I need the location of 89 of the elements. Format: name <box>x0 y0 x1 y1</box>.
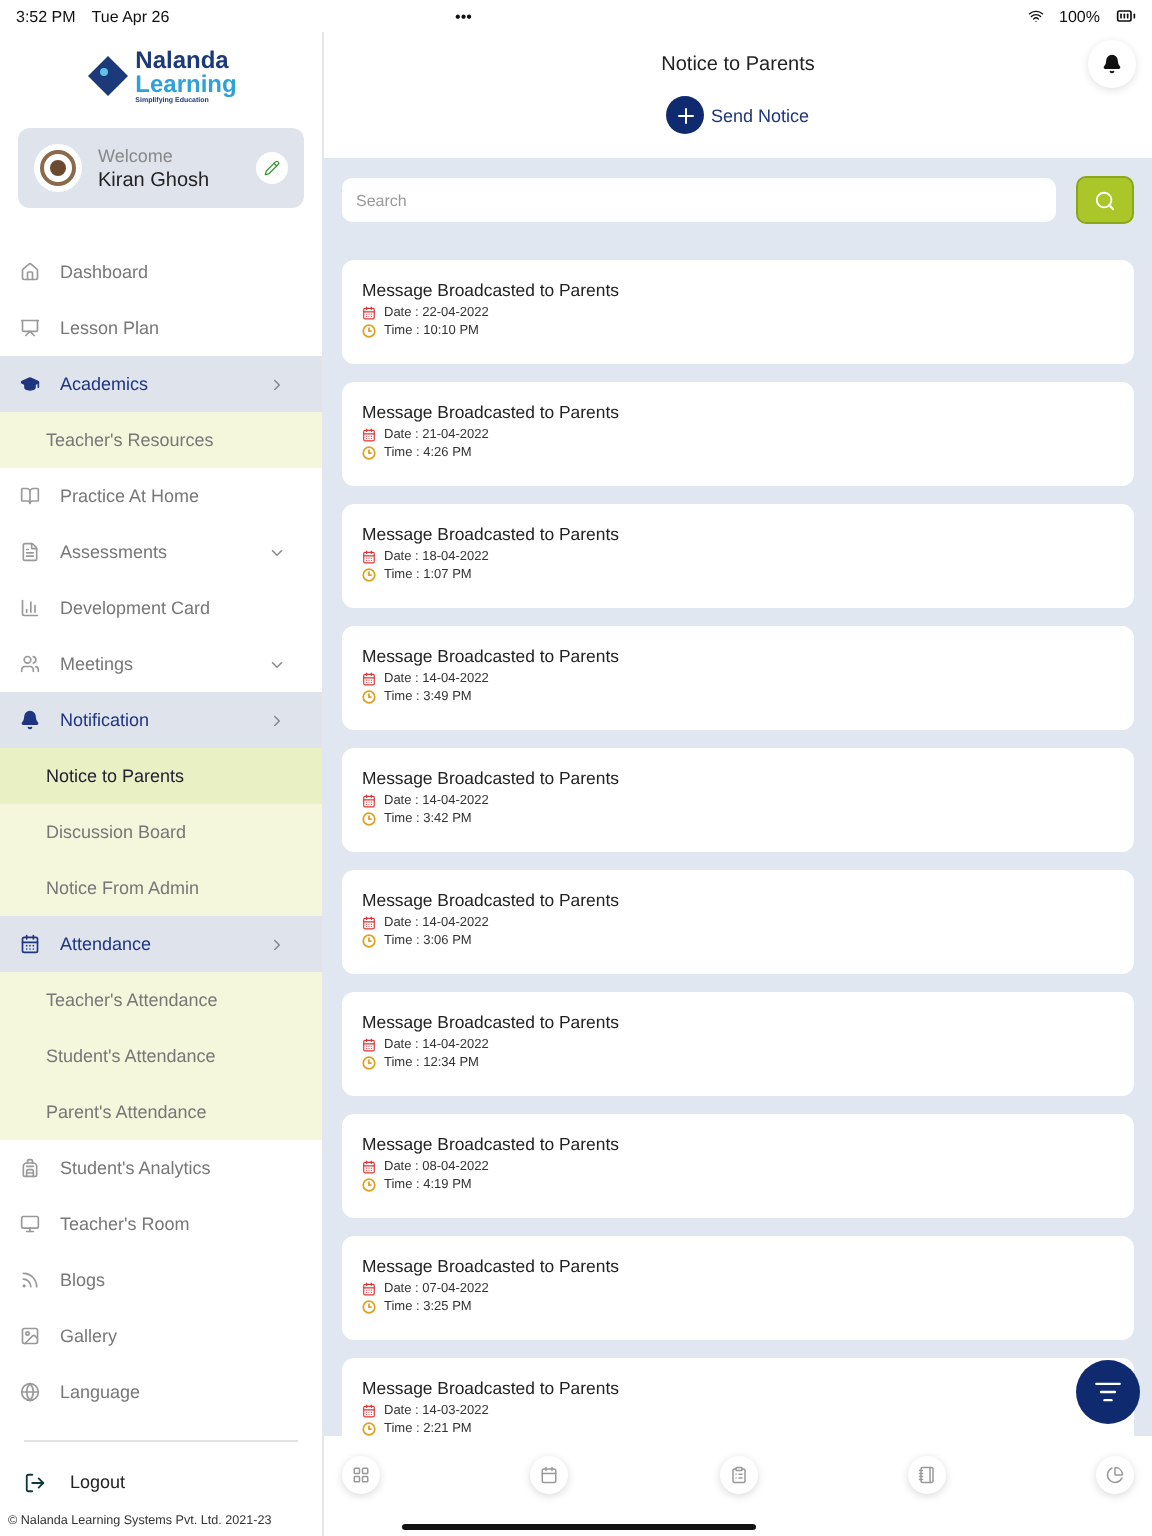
calendar-icon <box>20 934 40 954</box>
status-time: 3:52 PM <box>16 7 76 25</box>
submenu-item[interactable]: Teacher's Resources <box>0 412 322 468</box>
logo-icon <box>85 54 130 98</box>
clock-icon <box>362 690 376 704</box>
menu-item[interactable]: Attendance <box>0 916 322 972</box>
calendar-icon <box>362 1160 376 1174</box>
brand-name: Learning <box>135 71 237 96</box>
calendar-icon <box>362 916 376 930</box>
calendar-icon <box>362 306 376 320</box>
submenu-item[interactable]: Notice to Parents <box>0 748 322 804</box>
grid-icon <box>352 1466 370 1484</box>
welcome-text: Welcome <box>98 145 175 165</box>
bar-chart-icon <box>20 598 40 618</box>
menu-item[interactable]: Academics <box>0 356 322 412</box>
submenu-item[interactable]: Notice From Admin <box>0 860 322 916</box>
pie-chart-icon <box>1106 1466 1124 1484</box>
submenu-item[interactable]: Discussion Board <box>0 804 322 860</box>
send-notice-button[interactable]: Send Notice <box>666 96 810 134</box>
calendar-icon <box>362 794 376 808</box>
submenu-item[interactable]: Parent's Attendance <box>0 1084 322 1140</box>
notice-title: Message Broadcasted to Parents <box>362 280 619 300</box>
calendar-icon <box>362 1038 376 1052</box>
search-button[interactable] <box>1076 176 1134 224</box>
calendar-button[interactable] <box>530 1456 569 1494</box>
filter-icon <box>1094 1378 1122 1406</box>
notice-title: Message Broadcasted to Parents <box>362 768 619 788</box>
pie-chart-button[interactable] <box>1096 1456 1134 1494</box>
monitor-icon <box>20 1214 40 1234</box>
clock-icon <box>362 1300 376 1314</box>
notebook-icon <box>917 1466 936 1484</box>
multitask-dots: ••• <box>455 7 474 25</box>
brand-name: Nalanda <box>135 47 231 72</box>
feed-icon <box>20 1270 40 1290</box>
graduation-cap-icon <box>20 374 40 394</box>
clipboard-button[interactable] <box>719 1456 757 1494</box>
menu-item[interactable]: Notification <box>0 692 322 748</box>
pencil-icon <box>264 160 280 176</box>
calendar-icon <box>362 1404 376 1418</box>
clock-icon <box>362 1178 376 1192</box>
calendar-icon <box>540 1466 559 1484</box>
calendar-icon <box>362 672 376 686</box>
notice-title: Message Broadcasted to Parents <box>362 890 619 910</box>
submenu-item[interactable]: Student's Attendance <box>0 1028 322 1084</box>
notice-title: Message Broadcasted to Parents <box>362 402 619 422</box>
submenu-item[interactable]: Teacher's Attendance <box>0 972 322 1028</box>
clock-icon <box>362 568 376 582</box>
presentation-icon <box>20 318 40 338</box>
image-icon <box>20 1326 40 1346</box>
calendar-icon <box>362 428 376 442</box>
page-title: Notice to Parents <box>661 54 815 76</box>
clock-icon <box>362 1422 376 1436</box>
clock-icon <box>362 934 376 948</box>
bell-icon <box>20 710 40 730</box>
notice-title: Message Broadcasted to Parents <box>362 524 619 544</box>
book-icon <box>20 486 40 506</box>
globe-icon <box>20 1382 40 1402</box>
edit-button[interactable] <box>256 152 288 184</box>
clipboard-icon <box>729 1466 747 1484</box>
notice-title: Message Broadcasted to Parents <box>362 646 619 666</box>
people-icon <box>20 654 40 674</box>
clock-icon <box>362 812 376 826</box>
house-icon <box>20 262 40 282</box>
search-field[interactable]: Search <box>342 178 1056 222</box>
search-icon <box>1094 189 1116 211</box>
notice-title: Message Broadcasted to Parents <box>362 1012 619 1032</box>
clock-icon <box>362 446 376 460</box>
backpack-icon <box>20 1158 40 1178</box>
calendar-icon <box>362 1282 376 1296</box>
document-icon <box>20 542 40 562</box>
grid-button[interactable] <box>342 1456 380 1494</box>
battery-percent: 100% <box>1059 7 1100 25</box>
calendar-icon <box>362 550 376 564</box>
status-date: Tue Apr 26 <box>91 7 172 25</box>
clock-icon <box>362 1056 376 1070</box>
avatar-icon <box>34 144 82 192</box>
wifi-icon <box>1027 8 1044 24</box>
logout-item[interactable]: Logout <box>0 1458 322 1506</box>
notification-button[interactable] <box>1088 40 1136 88</box>
notice-title: Message Broadcasted to Parents <box>362 1134 619 1154</box>
notice-title: Message Broadcasted to Parents <box>362 1378 619 1398</box>
notebook-button[interactable] <box>907 1456 946 1494</box>
user-name: Kiran Ghosh <box>98 169 212 191</box>
clock-icon <box>362 324 376 338</box>
notice-title: Message Broadcasted to Parents <box>362 1256 619 1276</box>
battery-icon <box>1116 6 1136 26</box>
logout-icon <box>24 1471 46 1493</box>
plus-icon <box>673 103 698 127</box>
bell-icon <box>1102 54 1122 74</box>
